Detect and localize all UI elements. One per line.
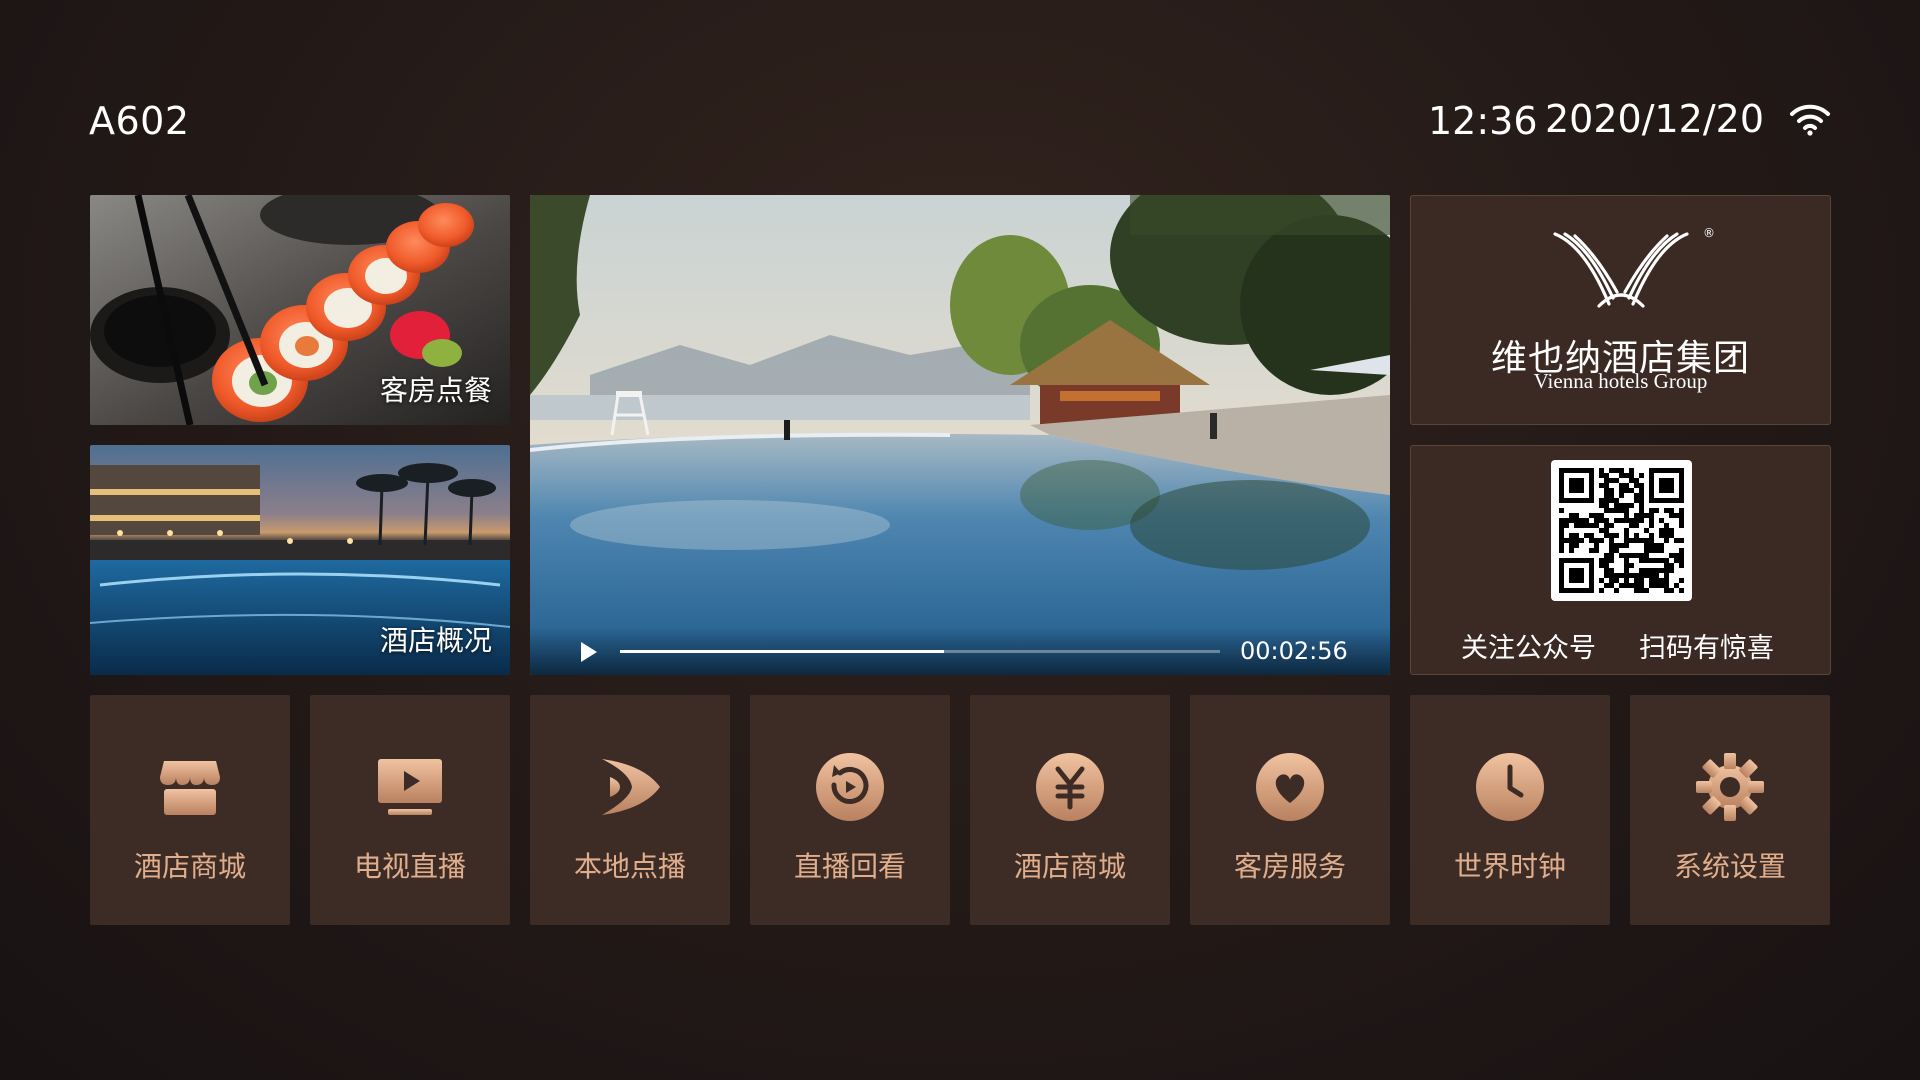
menu-label: 酒店商城 [133,850,246,883]
resort-pool-video-frame [530,195,1390,675]
room-dining-tile[interactable]: 客房点餐 [90,195,510,425]
store-icon [160,761,220,815]
video-progress-bar[interactable] [620,650,1220,653]
brand-name-en: Vienna hotels Group [1533,369,1708,393]
menu-room-service[interactable]: 客房服务 [1190,695,1390,925]
wifi-icon [1790,104,1830,136]
qr-code-pattern [1559,468,1684,593]
heart-icon [1256,753,1324,821]
tv-icon [378,759,442,815]
room-dining-label: 客房点餐 [379,374,492,407]
play-icon[interactable] [580,641,598,663]
clock-icon [1476,753,1544,821]
current-date: 2020/12/20 [1545,97,1765,141]
menu-world-clock[interactable]: 世界时钟 [1410,695,1610,925]
menu-label: 电视直播 [353,850,466,883]
vod-play-icon [602,759,660,815]
menu-hotel-shop[interactable]: 酒店商城 [970,695,1170,925]
menu-label: 酒店商城 [1013,850,1126,883]
menu-label: 世界时钟 [1453,850,1566,883]
menu-hotel-mall[interactable]: 酒店商城 [90,695,290,925]
video-progress-fill [620,650,944,653]
brand-panel: ® 维也纳酒店集团 Vienna hotels Group [1410,195,1831,425]
qr-code [1551,460,1692,601]
registered-mark: ® [1703,226,1715,240]
replay-icon [816,753,884,821]
video-control-bar: 00:02:56 [530,627,1390,675]
menu-label: 客房服务 [1233,850,1346,883]
yuan-icon [1036,753,1104,821]
follow-account-text: 关注公众号 [1461,633,1596,664]
menu-system-settings[interactable]: 系统设置 [1630,695,1830,925]
menu-label: 本地点播 [573,850,686,883]
hotel-overview-tile[interactable]: 酒店概况 [90,445,510,675]
video-elapsed-time: 00:02:56 [1240,637,1348,665]
current-time: 12:36 [1428,99,1538,143]
gear-icon [1696,753,1764,821]
menu-live-tv[interactable]: 电视直播 [310,695,510,925]
room-number: A602 [89,99,190,143]
menu-replay[interactable]: 直播回看 [750,695,950,925]
hotel-overview-label: 酒店概况 [379,624,492,657]
promo-video-player[interactable]: 00:02:56 [530,195,1390,675]
qr-panel: 关注公众号 扫码有惊喜 [1410,445,1831,675]
menu-label: 系统设置 [1673,850,1786,883]
vienna-logo [1553,232,1689,308]
menu-label: 直播回看 [793,850,906,883]
scan-surprise-text: 扫码有惊喜 [1639,633,1774,664]
menu-local-vod[interactable]: 本地点播 [530,695,730,925]
